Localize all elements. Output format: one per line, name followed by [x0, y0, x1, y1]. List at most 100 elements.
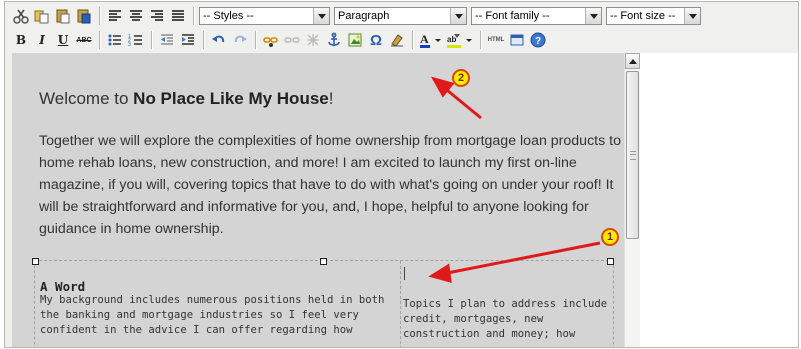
fullscreen-button[interactable] [507, 30, 527, 50]
link-button[interactable] [261, 30, 281, 50]
svg-text:A: A [420, 32, 429, 46]
toolbar-separator [99, 31, 101, 49]
table-cell-left: My background includes numerous position… [40, 294, 385, 336]
insert-image-button[interactable] [345, 30, 365, 50]
undo-button[interactable] [209, 30, 229, 50]
window-icon [510, 34, 524, 46]
callout-1: 1 [601, 228, 619, 246]
toolbar-separator [255, 31, 257, 49]
rich-text-editor: -- Styles -- Paragraph -- Font family --… [4, 1, 799, 348]
resize-handle[interactable] [320, 258, 327, 265]
intro-paragraph: Together we will explore the complexitie… [39, 133, 621, 237]
callout-2: 2 [452, 69, 470, 87]
numbered-list-icon: 123 [128, 34, 142, 48]
paste-word-button[interactable] [74, 6, 94, 26]
align-center-button[interactable] [126, 6, 146, 26]
paste-button[interactable] [53, 6, 73, 26]
paste-icon [56, 9, 70, 24]
align-justify-button[interactable] [168, 6, 188, 26]
align-center-icon [130, 10, 142, 21]
cut-icon [13, 9, 29, 24]
svg-text:?: ? [535, 36, 541, 47]
align-left-button[interactable] [105, 6, 125, 26]
bullet-list-icon [108, 34, 121, 46]
text-color-button[interactable]: A [418, 30, 444, 50]
omega-icon: Ω [369, 31, 383, 49]
strikethrough-button[interactable]: ABC [74, 30, 94, 50]
numbered-list-button[interactable]: 123 [126, 30, 146, 50]
bold-icon: B [15, 33, 27, 47]
font-size-select[interactable]: -- Font size -- [606, 7, 701, 25]
svg-text:ab: ab [447, 35, 456, 44]
chevron-up-icon [628, 58, 637, 64]
font-size-select-value: -- Font size -- [610, 10, 676, 22]
image-icon [348, 33, 362, 47]
table-cell-right: Topics I plan to address include credit,… [403, 298, 608, 340]
scrollbar-thumb[interactable] [626, 71, 639, 239]
anchor-icon [328, 32, 340, 46]
heading-suffix: ! [328, 89, 334, 108]
toolbar-separator [193, 7, 195, 25]
resize-handle[interactable] [32, 258, 39, 265]
heading-bold: No Place Like My House [133, 89, 329, 108]
bullet-list-button[interactable] [105, 30, 125, 50]
link-icon [263, 37, 278, 47]
toolbar-separator [99, 7, 101, 25]
font-family-select[interactable]: -- Font family -- [471, 7, 602, 25]
cleanup-icon [307, 34, 319, 46]
special-char-button[interactable]: Ω [366, 30, 386, 50]
vertical-scrollbar[interactable] [624, 53, 640, 347]
italic-button[interactable]: I [32, 30, 52, 50]
chevron-down-icon [684, 8, 700, 24]
align-right-button[interactable] [147, 6, 167, 26]
copy-button[interactable] [32, 6, 52, 26]
indent-icon [182, 34, 194, 45]
editor-content-area[interactable]: Welcome to No Place Like My House! Toget… [12, 53, 624, 347]
redo-button[interactable] [230, 30, 250, 50]
styles-select-value: -- Styles -- [203, 10, 254, 22]
cell-title: A Word [40, 279, 86, 294]
align-left-icon [109, 10, 121, 21]
styles-select[interactable]: -- Styles -- [199, 7, 330, 25]
chevron-down-icon [313, 8, 329, 24]
html-source-button[interactable]: HTML [486, 30, 506, 50]
bold-button[interactable]: B [11, 30, 31, 50]
toolbar-separator [203, 31, 205, 49]
table-column-divider [400, 261, 401, 347]
toolbar-separator [412, 31, 414, 49]
page-heading: Welcome to No Place Like My House! [39, 89, 333, 109]
toolbar-separator [480, 31, 482, 49]
text-cursor [404, 267, 405, 280]
paste-word-icon [77, 9, 91, 24]
help-button[interactable]: ? [528, 30, 548, 50]
clean-button[interactable] [303, 30, 323, 50]
redo-icon [234, 35, 247, 43]
toolbar-row-2: B I U ABC 123 Ω A ab HTML ? [11, 28, 549, 52]
blank-pane [640, 53, 798, 347]
highlight-color-button[interactable]: ab [445, 30, 475, 50]
scroll-up-button[interactable] [625, 53, 640, 69]
cleanup-button[interactable] [387, 30, 407, 50]
indent-button[interactable] [178, 30, 198, 50]
chevron-down-icon [585, 8, 601, 24]
heading-prefix: Welcome to [39, 89, 134, 108]
highlight-color-icon: ab [447, 34, 472, 48]
underline-button[interactable]: U [53, 30, 73, 50]
underline-icon: U [57, 33, 69, 47]
unlink-button[interactable] [282, 30, 302, 50]
resize-handle[interactable] [607, 258, 614, 265]
unlink-icon [284, 37, 300, 43]
format-select-value: Paragraph [338, 10, 390, 22]
help-icon: ? [530, 32, 546, 48]
anchor-button[interactable] [324, 30, 344, 50]
svg-text:3: 3 [128, 42, 131, 48]
format-select[interactable]: Paragraph [334, 7, 467, 25]
grip-icon [629, 150, 636, 160]
cut-button[interactable] [11, 6, 31, 26]
outdent-button[interactable] [157, 30, 177, 50]
chevron-down-icon [450, 8, 466, 24]
toolbar-separator [151, 31, 153, 49]
align-justify-icon [172, 10, 184, 21]
italic-icon: I [39, 33, 45, 47]
html-icon: HTML [487, 37, 505, 43]
